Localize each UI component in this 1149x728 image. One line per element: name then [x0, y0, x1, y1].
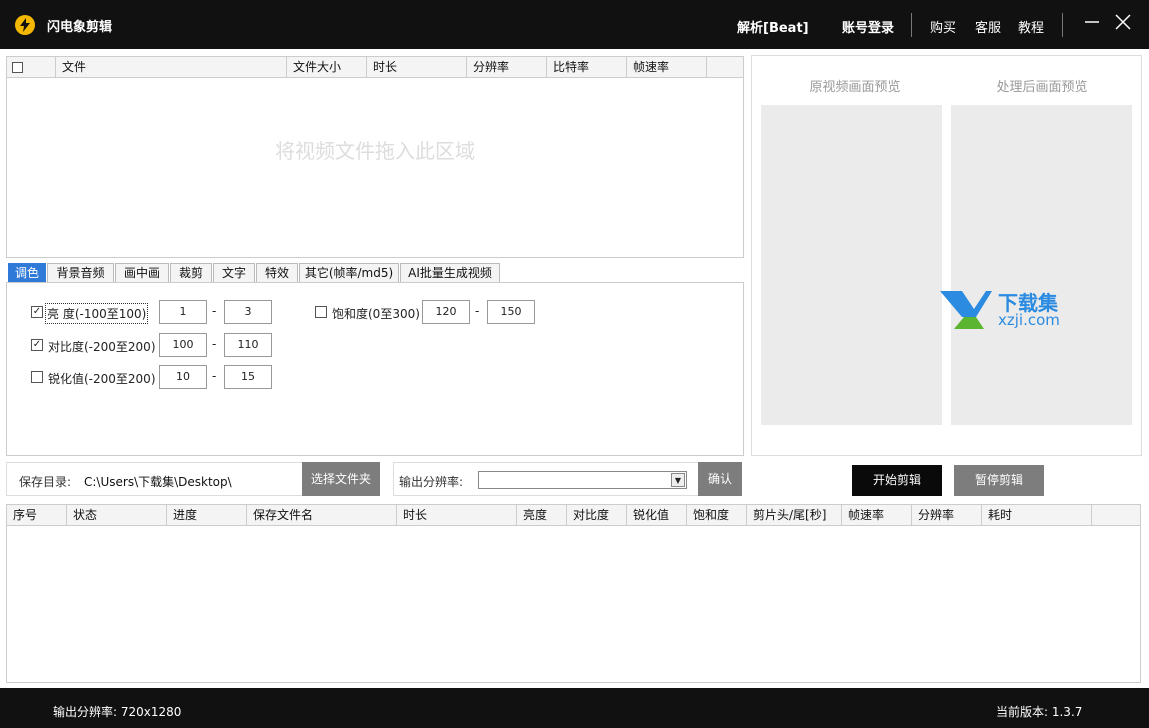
drop-hint: 将视频文件拖入此区域: [275, 139, 475, 163]
column-file[interactable]: 文件: [56, 57, 287, 78]
column-task-framerate[interactable]: 帧速率: [842, 505, 912, 526]
buy-button[interactable]: 购买: [930, 17, 956, 36]
main-area: 文件 文件大小 时长 分辨率 比特率 帧速率 将视频文件拖入此区域 调色 背景音…: [0, 49, 1149, 688]
analyze-beat-button[interactable]: 解析[Beat]: [737, 17, 809, 36]
titlebar-divider: [911, 13, 912, 37]
brightness-row: ✓ 亮 度(-100至100) 1 - 3: [7, 300, 307, 324]
column-index[interactable]: 序号: [7, 505, 67, 526]
chevron-down-icon[interactable]: ▼: [671, 473, 685, 487]
tab-crop[interactable]: 裁剪: [170, 263, 212, 283]
column-duration[interactable]: 时长: [367, 57, 467, 78]
tab-picture-in-picture[interactable]: 画中画: [115, 263, 169, 283]
saturation-max-input[interactable]: 150: [487, 300, 535, 324]
choose-folder-button[interactable]: 选择文件夹: [302, 462, 380, 496]
save-directory-label: 保存目录:: [19, 475, 72, 489]
tab-text[interactable]: 文字: [213, 263, 255, 283]
login-button[interactable]: 账号登录: [842, 17, 894, 36]
original-preview: [761, 105, 942, 425]
column-resolution[interactable]: 分辨率: [467, 57, 547, 78]
processed-preview-title: 处理后画面预览: [996, 80, 1088, 95]
column-brightness[interactable]: 亮度: [517, 505, 567, 526]
header-select-all-cell: [7, 57, 56, 78]
output-resolution-label: 输出分辨率:: [399, 475, 464, 489]
support-button[interactable]: 客服: [975, 17, 1001, 36]
column-framerate[interactable]: 帧速率: [627, 57, 707, 78]
contrast-label: 对比度(-200至200): [48, 340, 156, 354]
range-dash: -: [212, 304, 217, 318]
task-list[interactable]: 序号 状态 进度 保存文件名 时长 亮度 对比度 锐化值 饱和度 剪片头/尾[秒…: [6, 504, 1141, 683]
tab-color[interactable]: 调色: [8, 263, 46, 283]
watermark: 下载集 xzji.com: [940, 287, 1090, 332]
tab-effects[interactable]: 特效: [256, 263, 298, 283]
status-output-resolution: 输出分辨率: 720x1280: [53, 705, 182, 719]
contrast-min-input[interactable]: 100: [159, 333, 207, 357]
saturation-checkbox[interactable]: [315, 306, 327, 318]
column-saturation[interactable]: 饱和度: [687, 505, 747, 526]
column-save-filename[interactable]: 保存文件名: [247, 505, 397, 526]
select-all-checkbox[interactable]: [12, 62, 23, 73]
sharpness-label: 锐化值(-200至200): [48, 372, 156, 386]
pause-edit-button[interactable]: 暂停剪辑: [954, 465, 1044, 496]
lightning-logo-icon: [15, 15, 35, 35]
status-version: 当前版本: 1.3.7: [996, 705, 1083, 719]
column-task-duration[interactable]: 时长: [397, 505, 517, 526]
minimize-icon[interactable]: [1080, 10, 1104, 34]
output-resolution-select[interactable]: ▼: [478, 471, 687, 489]
tab-background-audio[interactable]: 背景音频: [47, 263, 114, 283]
brightness-checkbox[interactable]: ✓: [31, 306, 43, 318]
output-resolution-bar: 输出分辨率: ▼: [393, 462, 742, 496]
tab-other[interactable]: 其它(帧率/md5): [299, 263, 399, 283]
column-file-size[interactable]: 文件大小: [287, 57, 367, 78]
brightness-max-input[interactable]: 3: [224, 300, 272, 324]
close-icon[interactable]: [1111, 10, 1135, 34]
tab-ai-batch[interactable]: AI批量生成视频: [400, 263, 500, 283]
range-dash: -: [212, 369, 217, 383]
column-bitrate[interactable]: 比特率: [547, 57, 627, 78]
column-contrast[interactable]: 对比度: [567, 505, 627, 526]
app-title: 闪电象剪辑: [47, 20, 113, 35]
watermark-url: xzji.com: [998, 311, 1060, 329]
column-progress[interactable]: 进度: [167, 505, 247, 526]
column-task-resolution[interactable]: 分辨率: [912, 505, 982, 526]
range-dash: -: [475, 304, 480, 318]
column-sharpness[interactable]: 锐化值: [627, 505, 687, 526]
titlebar-divider: [1062, 13, 1063, 37]
color-panel: ✓ 亮 度(-100至100) 1 - 3 ✓ 对比度(-200至200) 10…: [6, 282, 744, 456]
sharpness-checkbox[interactable]: [31, 371, 43, 383]
column-status[interactable]: 状态: [67, 505, 167, 526]
contrast-checkbox[interactable]: ✓: [31, 339, 43, 351]
saturation-min-input[interactable]: 120: [422, 300, 470, 324]
task-list-header: 序号 状态 进度 保存文件名 时长 亮度 对比度 锐化值 饱和度 剪片头/尾[秒…: [7, 505, 1140, 526]
status-bar: 输出分辨率: 720x1280 当前版本: 1.3.7: [0, 688, 1149, 728]
saturation-label: 饱和度(0至300): [332, 307, 420, 321]
title-bar: 闪电象剪辑 解析[Beat] 账号登录 购买 客服 教程: [0, 0, 1149, 49]
tutorial-button[interactable]: 教程: [1018, 17, 1044, 36]
preview-panel: 原视频画面预览 处理后画面预览 下载集 xzji.com: [751, 55, 1142, 456]
original-preview-title: 原视频画面预览: [809, 80, 901, 95]
contrast-row: ✓ 对比度(-200至200) 100 - 110: [7, 333, 307, 357]
processed-preview: [951, 105, 1132, 425]
file-list-header: 文件 文件大小 时长 分辨率 比特率 帧速率: [7, 57, 743, 78]
contrast-max-input[interactable]: 110: [224, 333, 272, 357]
download-arrow-icon: [940, 291, 992, 329]
sharpness-max-input[interactable]: 15: [224, 365, 272, 389]
brightness-label: 亮 度(-100至100): [44, 303, 149, 324]
brightness-min-input[interactable]: 1: [159, 300, 207, 324]
file-list[interactable]: 文件 文件大小 时长 分辨率 比特率 帧速率 将视频文件拖入此区域: [6, 56, 744, 258]
sharpness-row: 锐化值(-200至200) 10 - 15: [7, 365, 307, 389]
confirm-button[interactable]: 确认: [698, 462, 742, 496]
saturation-row: 饱和度(0至300) 120 - 150: [307, 300, 547, 324]
sharpness-min-input[interactable]: 10: [159, 365, 207, 389]
save-directory-path: C:\Users\下载集\Desktop\: [84, 475, 232, 489]
column-trim[interactable]: 剪片头/尾[秒]: [747, 505, 842, 526]
column-elapsed[interactable]: 耗时: [982, 505, 1092, 526]
range-dash: -: [212, 337, 217, 351]
start-edit-button[interactable]: 开始剪辑: [852, 465, 942, 496]
